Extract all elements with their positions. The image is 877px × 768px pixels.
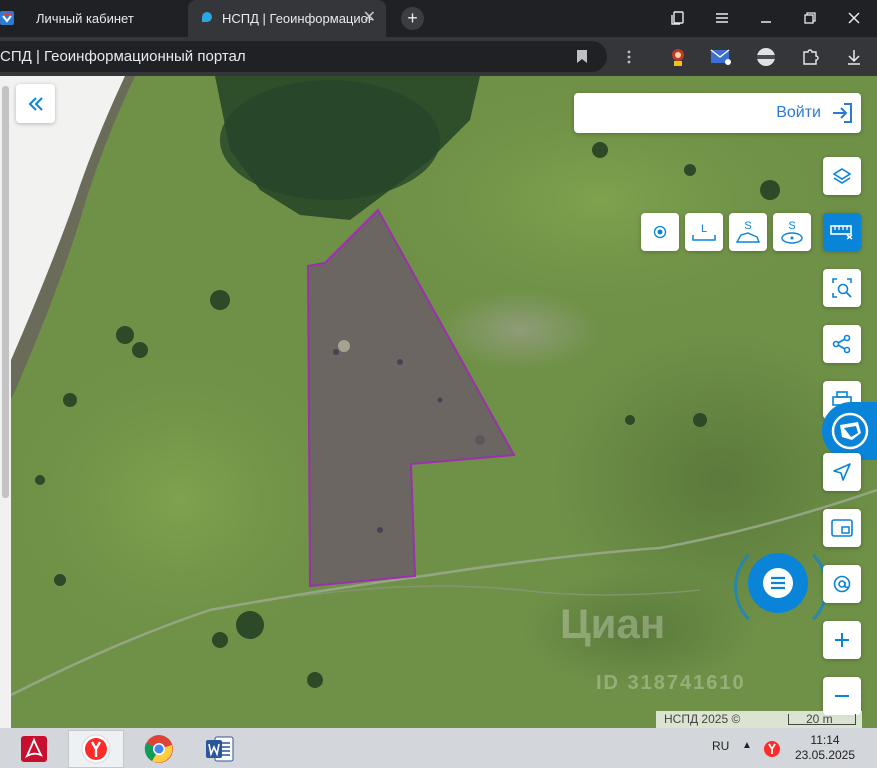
taskbar-acrobat[interactable] [6,730,62,768]
tray-chevron-up-icon[interactable]: ▲ [742,740,752,751]
select-area-button[interactable] [823,269,861,307]
share-icon [832,334,851,354]
cian-watermark: Циан [560,600,666,647]
measure-area-circle-button[interactable]: S [773,213,811,251]
menu-icon[interactable] [710,6,734,30]
scrollbar-thumb[interactable] [2,86,9,498]
minus-icon [835,695,849,697]
url-text: СПД | Геоинформационный портал [0,48,246,65]
minimap-button[interactable] [823,509,861,547]
minimap-icon [831,519,853,537]
clock-date: 23.05.2025 [794,748,856,762]
more-options-icon[interactable] [617,45,641,69]
area-label: S [744,219,752,232]
vpn-extension-icon[interactable] [754,45,778,69]
draw-point-button[interactable] [641,213,679,251]
input-language[interactable]: RU [712,739,729,753]
extension-mascot-icon[interactable] [666,45,690,69]
restore-icon[interactable] [798,6,822,30]
copyright-text: НСПД 2025 © [664,712,741,726]
taskbar-word[interactable] [192,730,248,768]
point-icon [653,225,667,239]
measure-area-polygon-button[interactable]: S [729,213,767,251]
page-scrollbar[interactable] [0,76,11,728]
double-chevron-left-icon [28,96,43,111]
chat-icon [763,568,793,598]
area-circle-label: S [788,219,796,232]
measure-tools-button[interactable] [823,213,861,251]
login-arrow-icon [831,102,853,129]
at-location-icon [833,575,851,593]
mail-extension-icon[interactable] [709,45,733,69]
plus-icon [835,633,849,647]
cian-watermark-id: ID 318741610 [596,672,746,694]
layers-button[interactable] [823,157,861,195]
circle-area-icon [781,231,803,244]
zoom-out-button[interactable] [823,677,861,715]
new-tab-button[interactable]: + [401,7,424,30]
tab-title: Личный кабинет [36,11,134,26]
measure-length-button[interactable]: L [685,213,723,251]
address-search-button[interactable] [823,565,861,603]
clock-time: 11:14 [810,733,840,747]
collections-icon[interactable] [666,6,690,30]
close-window-icon[interactable] [842,6,866,30]
layers-icon [832,168,852,184]
nspd-assistant-button[interactable] [822,402,877,460]
share-button[interactable] [823,325,861,363]
system-clock[interactable]: 11:14 23.05.2025 [790,733,860,763]
collapse-panel-button[interactable] [16,84,55,123]
extensions-puzzle-icon[interactable] [798,45,822,69]
address-bar: СПД | Геоинформационный портал [0,37,877,76]
taskbar-yandex-browser[interactable] [68,730,124,768]
login-button[interactable]: Войти [574,93,861,133]
taskbar-chrome[interactable] [131,730,187,768]
browser-tab-bar: Личный кабинет НСПД | Геоинформационный … [0,0,877,37]
my-location-button[interactable] [823,453,861,491]
login-label: Войти [776,104,821,121]
acrobat-icon [21,736,47,762]
tab-close-icon[interactable]: ✕ [363,9,376,27]
ruler-line-icon [692,234,716,241]
gosuslugi-favicon-icon [0,11,14,28]
chrome-icon [144,735,173,763]
area-search-icon [832,278,852,298]
yandex-browser-icon [81,734,111,764]
polygon-area-icon [735,231,761,243]
scale-bar [788,714,856,725]
tab-title: НСПД | Геоинформационный портал [222,11,372,26]
windows-taskbar: RU ▲ 11:14 23.05.2025 [0,728,877,768]
navigation-arrow-icon [833,463,851,481]
chat-button[interactable] [748,553,808,613]
download-icon[interactable] [842,45,866,69]
zoom-in-button[interactable] [823,621,861,659]
nspd-favicon-icon [200,10,214,27]
minimize-icon[interactable] [754,6,778,30]
yandex-tray-icon[interactable] [763,740,781,763]
url-field[interactable]: СПД | Геоинформационный портал [0,41,607,72]
map-attribution: НСПД 2025 © 20 m [656,711,862,728]
length-label: L [700,222,708,235]
word-icon [206,736,234,762]
ruler-icon [830,225,853,240]
nspd-logo-icon [831,412,868,450]
bookmark-icon[interactable] [576,49,588,69]
tab-nspd[interactable]: НСПД | Геоинформационный портал ✕ [188,0,386,37]
map-view[interactable]: Циан ID 318741610 [0,76,877,728]
tab-personal-cabinet[interactable]: Личный кабинет [0,0,186,37]
satellite-imagery [0,76,877,728]
